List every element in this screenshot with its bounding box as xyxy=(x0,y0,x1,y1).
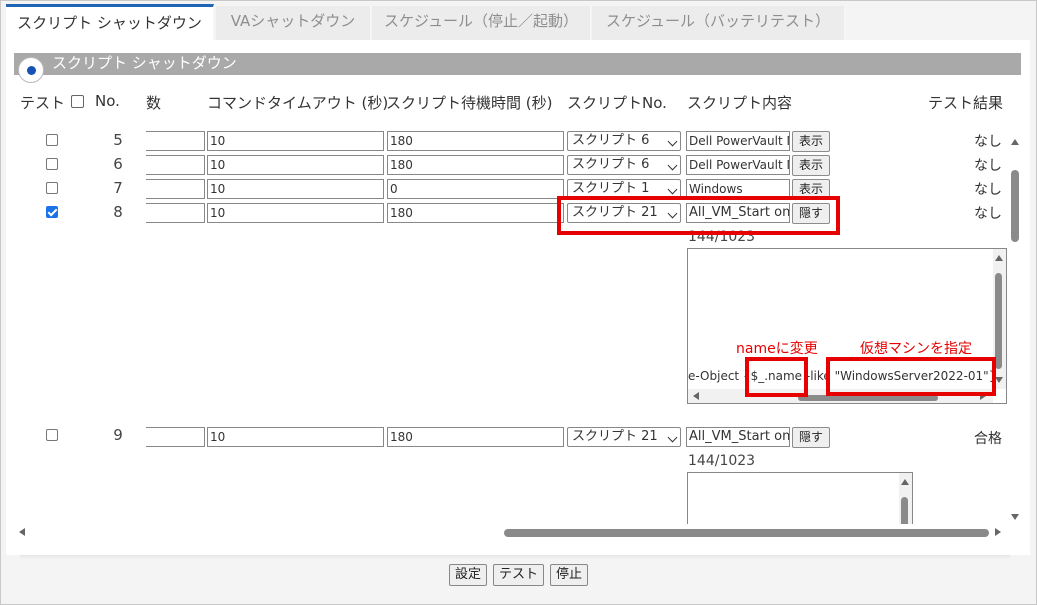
script-select-value: スクリプト 21 xyxy=(572,429,658,444)
row-number: 7 xyxy=(113,179,123,197)
show-button[interactable]: 表示 xyxy=(792,155,830,176)
highlight-name xyxy=(745,357,808,397)
test-result: なし xyxy=(974,134,1002,150)
row-number: 8 xyxy=(113,203,123,221)
scroll-up-arrow-icon[interactable] xyxy=(901,479,909,485)
chevron-down-icon xyxy=(667,432,678,443)
select-all-checkbox[interactable] xyxy=(71,95,84,108)
header-script-content: スクリプト内容 xyxy=(687,94,793,112)
count-input[interactable] xyxy=(146,203,205,223)
scroll-left-arrow-icon[interactable] xyxy=(693,392,699,400)
tab-va-shutdown[interactable]: VAシャットダウン xyxy=(216,6,371,40)
scroll-right-arrow-icon[interactable] xyxy=(995,528,1001,536)
row-number: 9 xyxy=(113,426,123,444)
highlight-script-select xyxy=(557,196,840,235)
textarea-vertical-thumb[interactable] xyxy=(995,273,1002,369)
script-select-value: スクリプト 6 xyxy=(572,157,650,172)
timeout-input[interactable]: 10 xyxy=(207,203,384,223)
section-radio-button[interactable] xyxy=(18,57,44,83)
wait-input[interactable]: 0 xyxy=(387,179,564,199)
script-select-value: スクリプト 1 xyxy=(572,181,650,196)
count-input[interactable] xyxy=(146,155,205,175)
annotation-name-change: nameに変更 xyxy=(736,341,818,357)
row-test-checkbox[interactable] xyxy=(46,206,58,218)
hide-button[interactable]: 隠す xyxy=(792,427,830,448)
wait-input[interactable]: 180 xyxy=(387,131,564,151)
header-script-no: スクリプトNo. xyxy=(567,94,667,112)
count-input[interactable] xyxy=(146,427,205,447)
header-wait: スクリプト待機時間 (秒) xyxy=(386,94,553,112)
scroll-down-arrow-icon[interactable] xyxy=(995,377,1003,383)
timeout-input[interactable]: 10 xyxy=(207,427,384,447)
chevron-down-icon xyxy=(667,160,678,171)
wait-input[interactable]: 180 xyxy=(387,155,564,175)
wait-input[interactable]: 180 xyxy=(387,203,564,223)
tab-schedule-battery-test[interactable]: スケジュール（バッテリテスト） xyxy=(592,6,845,40)
script-textarea[interactable] xyxy=(687,472,913,528)
timeout-input[interactable]: 10 xyxy=(207,155,384,175)
stop-button[interactable]: 停止 xyxy=(550,564,588,586)
table-horizontal-thumb[interactable] xyxy=(504,529,989,537)
test-result: 合格 xyxy=(974,431,1002,447)
row-test-checkbox[interactable] xyxy=(46,182,58,194)
section-header: スクリプト シャットダウン xyxy=(14,53,1021,75)
scroll-left-arrow-icon[interactable] xyxy=(19,528,25,536)
char-count: 144/1023 xyxy=(688,453,756,469)
script-content-input[interactable]: Dell PowerVault M xyxy=(686,131,790,151)
count-input[interactable] xyxy=(146,131,205,151)
header-count: 数 xyxy=(146,94,162,112)
test-result: なし xyxy=(974,158,1002,174)
test-button[interactable]: テスト xyxy=(493,564,544,586)
chevron-down-icon xyxy=(667,184,678,195)
show-button[interactable]: 表示 xyxy=(792,131,830,152)
row-number: 6 xyxy=(113,155,123,173)
tab-schedule-stop-start[interactable]: スケジュール（停止／起動） xyxy=(372,6,591,40)
row-number: 5 xyxy=(113,131,123,149)
count-input[interactable] xyxy=(146,179,205,199)
table-vertical-thumb[interactable] xyxy=(1011,170,1019,242)
row-test-checkbox[interactable] xyxy=(46,158,58,170)
header-no: No. xyxy=(95,92,120,110)
timeout-input[interactable]: 10 xyxy=(207,179,384,199)
header-test: テスト xyxy=(20,94,66,112)
script-select[interactable]: スクリプト 6 xyxy=(567,131,681,151)
timeout-input[interactable]: 10 xyxy=(207,131,384,151)
script-select-value: スクリプト 6 xyxy=(572,133,650,148)
header-result: テスト結果 xyxy=(928,94,1004,112)
header-timeout: コマンドタイムアウト (秒) xyxy=(207,94,389,112)
script-select[interactable]: スクリプト 6 xyxy=(567,155,681,175)
set-button[interactable]: 設定 xyxy=(449,564,487,586)
panel-shadow xyxy=(20,555,1010,559)
scroll-up-arrow-icon[interactable] xyxy=(995,255,1003,261)
chevron-down-icon xyxy=(667,136,678,147)
script-content-input[interactable]: All_VM_Start on xyxy=(686,427,790,447)
annotation-vm-specify: 仮想マシンを指定 xyxy=(860,341,972,357)
highlight-vm-name xyxy=(826,357,996,396)
row-test-checkbox[interactable] xyxy=(46,429,58,441)
wait-input[interactable]: 180 xyxy=(387,427,564,447)
script-content-input[interactable]: Dell PowerVault M xyxy=(686,155,790,175)
row-test-checkbox[interactable] xyxy=(46,134,58,146)
scroll-up-arrow-icon[interactable] xyxy=(1011,139,1019,145)
script-select[interactable]: スクリプト 21 xyxy=(567,427,681,447)
tab-script-shutdown[interactable]: スクリプト シャットダウン xyxy=(6,4,214,40)
test-result: なし xyxy=(974,206,1002,222)
test-result: なし xyxy=(974,182,1002,198)
section-title: スクリプト シャットダウン xyxy=(52,54,237,72)
scroll-down-arrow-icon[interactable] xyxy=(1011,514,1019,520)
